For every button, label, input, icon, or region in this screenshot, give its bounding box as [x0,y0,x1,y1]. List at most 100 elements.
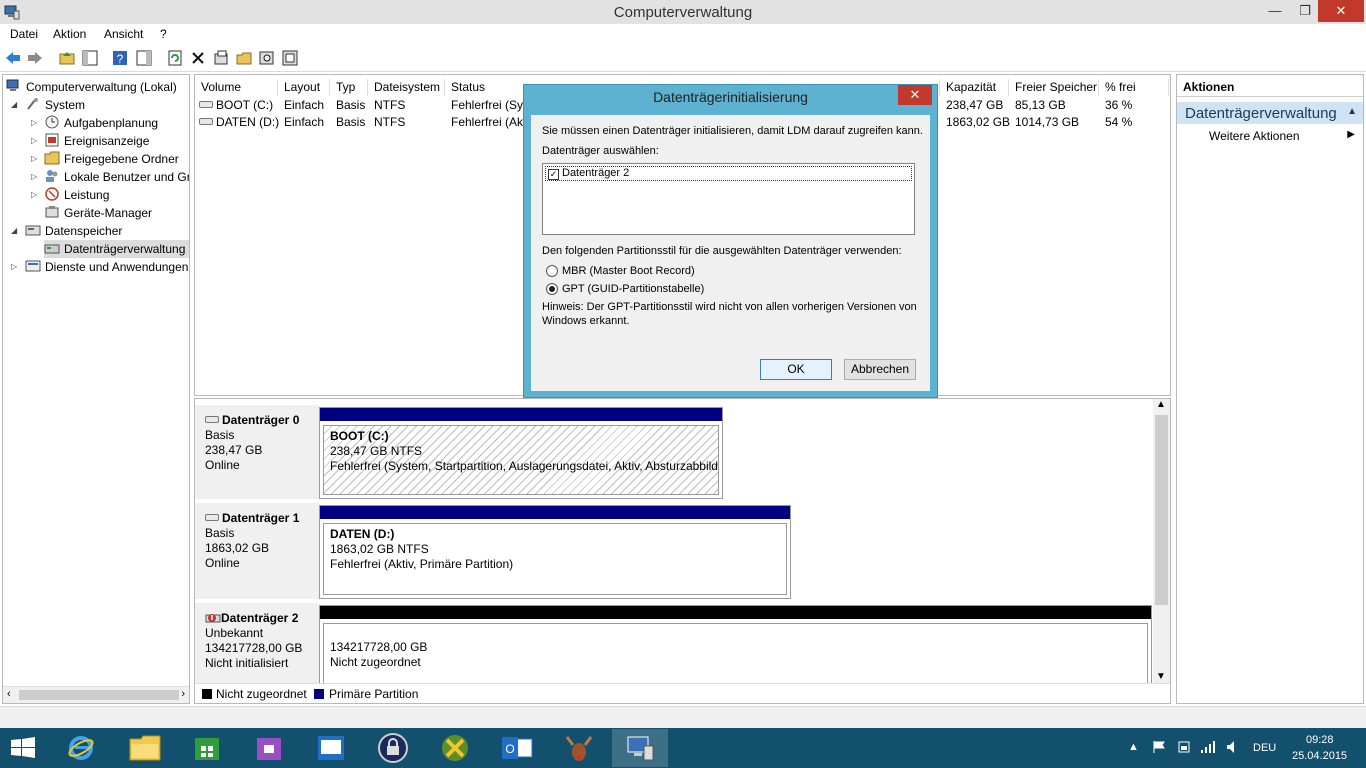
ok-button[interactable]: OK [760,359,832,380]
tree-item-disk-management[interactable]: Datenträgerverwaltung [44,240,189,258]
scroll-thumb[interactable] [19,690,179,700]
search-icon[interactable] [258,49,276,67]
expand-arrow-icon[interactable]: ▷ [31,186,37,204]
tree-horizontal-scrollbar[interactable]: ‹ › [3,686,189,703]
tree-item-local-users[interactable]: Lokale Benutzer und Gruppen [44,168,189,186]
volume-speaker-icon[interactable] [1226,740,1240,754]
taskbar-computer-management[interactable] [612,729,668,767]
table-row[interactable]: BOOT (C:) [199,97,273,114]
console-tree-icon[interactable] [81,49,99,67]
tree-item-services-apps[interactable]: Dienste und Anwendungen [25,258,188,276]
expand-arrow-icon[interactable]: ▷ [11,258,17,276]
menu-ansicht[interactable]: Ansicht [104,27,143,41]
tree-item-event-viewer[interactable]: Ereignisanzeige [44,132,149,150]
column-header-percent-free[interactable]: % frei [1099,79,1169,96]
taskbar-app-green[interactable] [427,729,483,767]
gpt-radio[interactable] [546,283,558,295]
help-icon[interactable]: ? [111,49,129,67]
properties-icon[interactable] [212,49,230,67]
primary-partition-bar [320,408,722,421]
forward-arrow-icon[interactable] [26,49,44,67]
disk-label-2[interactable]: Datenträger 2 Unbekannt 134217728,00 GB … [195,603,319,685]
tree-item-task-scheduler[interactable]: Aufgabenplanung [44,114,158,132]
taskbar-onenote[interactable] [241,729,297,767]
column-header-layout[interactable]: Layout [278,79,330,96]
disk-checkbox[interactable]: ✓ [548,169,559,180]
menu-aktion[interactable]: Aktion [53,27,86,41]
partition-details: DATEN (D:) 1863,02 GB NTFS Fehlerfrei (A… [323,523,787,595]
menu-help[interactable]: ? [160,27,167,41]
refresh-icon[interactable] [166,49,184,67]
up-folder-icon[interactable] [58,49,76,67]
partition-boot[interactable]: BOOT (C:) 238,47 GB NTFS Fehlerfrei (Sys… [319,407,723,499]
actions-section-disk-management[interactable]: Datenträgerverwaltung ▲ [1177,102,1363,124]
scroll-thumb[interactable] [1155,415,1168,605]
column-header-free-space[interactable]: Freier Speicher [1009,79,1099,96]
menu-datei[interactable]: Datei [10,27,38,41]
tree-item-device-manager[interactable]: Geräte-Manager [44,204,152,222]
column-header-capacity[interactable]: Kapazität [940,79,1009,96]
taskbar-app-moose[interactable] [551,729,607,767]
scroll-up-icon[interactable]: ▲ [1156,399,1166,410]
cancel-button[interactable]: Abbrechen [844,359,916,380]
delete-icon[interactable] [189,49,207,67]
open-folder-icon[interactable] [235,49,253,67]
network-signal-icon[interactable] [1200,740,1216,754]
disk-label-1[interactable]: Datenträger 1 Basis 1863,02 GB Online [195,503,319,599]
maximize-button[interactable]: ❐ [1290,0,1320,22]
clock-date[interactable]: 25.04.2015 [1292,750,1347,762]
column-header-volume[interactable]: Volume [195,79,278,96]
close-button[interactable]: ✕ [1318,0,1364,22]
disk-list-item[interactable]: ✓ Datenträger 2 [545,166,912,181]
tree-item-shared-folders[interactable]: Freigegebene Ordner [44,150,179,168]
taskbar-internet-explorer[interactable] [53,729,109,767]
collapse-arrow-icon[interactable]: ◢ [11,96,17,114]
console-tree: Computerverwaltung (Lokal) ◢ System ▷ Au… [2,74,190,704]
clock-time[interactable]: 09:28 [1306,734,1334,746]
action-pane-icon[interactable] [135,49,153,67]
scroll-right-icon[interactable]: › [181,688,185,700]
action-center-flag-icon[interactable] [1152,740,1166,754]
column-header-type[interactable]: Typ [330,79,368,96]
taskbar-store[interactable] [179,729,235,767]
settings-icon[interactable] [281,49,299,67]
taskbar-outlook[interactable]: O [489,729,545,767]
expand-arrow-icon[interactable]: ▷ [31,168,37,186]
disk-map-vertical-scrollbar[interactable]: ▲ ▼ [1153,399,1170,684]
taskbar-keepass[interactable] [365,729,421,767]
table-cell: NTFS [374,115,406,129]
tree-item-system[interactable]: System [25,96,85,114]
battery-icon[interactable] [1177,740,1191,754]
expand-arrow-icon[interactable]: ▷ [31,132,37,150]
tray-show-hidden-icon[interactable]: ▲ [1128,741,1139,753]
taskbar-desktop-app[interactable] [303,729,359,767]
tree-item-storage[interactable]: Datenspeicher [25,222,122,240]
windows-start-icon[interactable] [10,737,36,759]
mbr-radio-label[interactable]: MBR (Master Boot Record) [562,265,695,277]
scroll-down-icon[interactable]: ▼ [1156,671,1166,682]
back-arrow-icon[interactable] [4,49,22,67]
tree-item-performance[interactable]: Leistung [44,186,109,204]
expand-arrow-icon[interactable]: ▷ [31,114,37,132]
scroll-left-icon[interactable]: ‹ [7,688,11,700]
minimize-button[interactable]: — [1260,0,1290,22]
taskbar-file-explorer[interactable] [117,729,173,767]
disk-listbox[interactable]: ✓ Datenträger 2 [542,163,915,235]
mbr-radio[interactable] [546,265,558,277]
language-indicator[interactable]: DEU [1253,742,1276,754]
submenu-arrow-icon[interactable]: ▶ [1347,129,1355,140]
gpt-radio-label[interactable]: GPT (GUID-Partitionstabelle) [562,283,704,295]
storage-icon [25,225,41,236]
expand-arrow-icon[interactable]: ▷ [31,150,37,168]
disk-label-0[interactable]: Datenträger 0 Basis 238,47 GB Online [195,405,319,499]
partition-unallocated[interactable]: 134217728,00 GB Nicht zugeordnet [319,605,1152,689]
collapse-arrow-icon[interactable]: ◢ [11,222,17,240]
more-actions-link[interactable]: Weitere Aktionen [1209,129,1300,143]
table-row[interactable]: DATEN (D:) [199,114,279,131]
collapse-triangle-icon[interactable]: ▲ [1347,106,1357,117]
partition-daten[interactable]: DATEN (D:) 1863,02 GB NTFS Fehlerfrei (A… [319,505,791,599]
dialog-title: Datenträgerinitialisierung [653,89,808,105]
tree-item-computer-management[interactable]: Computerverwaltung (Lokal) [6,78,177,96]
column-header-filesystem[interactable]: Dateisystem [368,79,445,96]
dialog-close-button[interactable]: ✕ [898,85,932,105]
